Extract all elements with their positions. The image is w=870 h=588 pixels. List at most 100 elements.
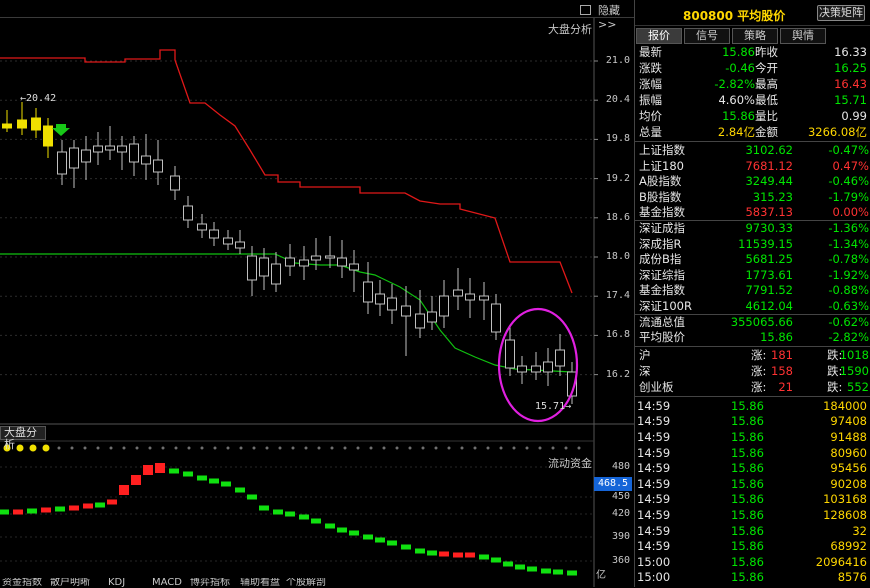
index-row[interactable]: 深证综指 1773.61 -1.92% [635, 267, 870, 283]
stat-value: 15.86 [722, 109, 755, 123]
tick-row: 14:59 15.86 90208 [635, 476, 870, 492]
index-row[interactable]: 平均股价 15.86 -2.82% [635, 329, 870, 345]
flow-bar [363, 534, 373, 540]
sub-panel-tab[interactable]: 大盘分析 [0, 426, 46, 451]
tick-time: 14:59 [637, 398, 671, 413]
flow-bar [131, 475, 141, 485]
stat-row: 涨幅 -2.82% 最高 16.43 [635, 76, 870, 92]
tab-signal[interactable]: 信号 [684, 28, 730, 44]
flow-bar [479, 554, 489, 560]
status-dot [343, 446, 347, 450]
status-dot [382, 446, 386, 450]
kline-chart[interactable] [0, 0, 634, 587]
stat-row: 最新 15.86 昨收 16.33 [635, 44, 870, 60]
candle-body [349, 263, 359, 271]
flow-bar [107, 499, 117, 505]
stat-label: 昨收 [755, 45, 778, 59]
unit-label: 亿 [596, 570, 606, 581]
index-row[interactable]: 成份B指 5681.25 -0.78% [635, 251, 870, 267]
index-value: 1773.61 [745, 267, 793, 282]
candle-body [81, 149, 91, 163]
tick-price: 15.86 [731, 476, 764, 491]
current-value-box: 468.5 [594, 477, 632, 491]
hide-panel-button[interactable]: 隐藏>> [598, 2, 632, 31]
tick-price: 15.86 [731, 523, 764, 538]
low-price-label: 15.71→ [535, 401, 572, 412]
tick-time: 14:59 [637, 414, 671, 429]
index-row[interactable]: 上证指数 3102.62 -0.47% [635, 142, 870, 158]
tick-time: 14:59 [637, 492, 671, 507]
flow-bar [69, 505, 79, 511]
index-row[interactable]: 基金指数 7791.52 -0.88% [635, 282, 870, 298]
tick-row: 14:59 15.86 95456 [635, 460, 870, 476]
tick-row: 14:59 15.86 128608 [635, 507, 870, 523]
status-dot [577, 446, 581, 450]
candle-body [117, 145, 127, 153]
stat-value: 15.71 [834, 93, 867, 107]
stat-label: 涨幅 [639, 77, 662, 91]
index-value: 7791.52 [745, 283, 793, 298]
status-dot [96, 446, 100, 450]
candle-body [285, 257, 295, 267]
quote-header: 800800 平均股价 决策矩阵 [635, 0, 870, 26]
index-value: 5837.13 [745, 205, 793, 220]
stat-value: 16.33 [834, 45, 867, 59]
stat-value: 16.25 [834, 61, 867, 75]
decision-matrix-button[interactable]: 决策矩阵 [817, 5, 865, 21]
status-dot [486, 446, 490, 450]
index-name: B股指数 [639, 189, 682, 204]
index-name: 深成指R [639, 236, 682, 251]
status-dot [29, 444, 37, 452]
tick-row: 14:59 15.86 91488 [635, 429, 870, 445]
tick-price: 15.86 [731, 414, 764, 429]
status-dot [161, 446, 165, 450]
market-name: 沪 [639, 347, 651, 362]
status-dot [109, 446, 113, 450]
index-row[interactable]: 深证100R 4612.04 -0.63% [635, 298, 870, 314]
index-row[interactable]: B股指数 315.23 -1.79% [635, 189, 870, 205]
flow-bar [235, 487, 245, 493]
tab-strategy[interactable]: 策略 [732, 28, 778, 44]
status-dot [174, 446, 178, 450]
candle-body [401, 305, 411, 317]
flow-bar [349, 530, 359, 536]
status-dot [369, 446, 373, 450]
grid-icon[interactable] [580, 5, 591, 15]
status-dot [83, 446, 87, 450]
flow-bar [439, 551, 449, 557]
stat-value: -2.82% [714, 77, 755, 91]
candle-body [531, 365, 541, 373]
status-dot [408, 446, 412, 450]
index-change: -1.36% [828, 221, 869, 235]
index-change: -1.92% [828, 267, 869, 282]
index-value: 355065.66 [730, 314, 793, 329]
candle-body [555, 349, 565, 367]
status-dot [57, 446, 61, 450]
price-axis-label: 19.8 [605, 133, 630, 145]
index-row[interactable]: 深成指R 11539.15 -1.34% [635, 236, 870, 252]
index-row[interactable]: 深证成指 9730.33 -1.36% [635, 220, 870, 236]
tab-sentiment[interactable]: 舆情 [780, 28, 826, 44]
status-dot [525, 446, 529, 450]
tick-volume: 97408 [830, 414, 867, 429]
candle-body [259, 257, 269, 277]
tick-time: 15:00 [637, 570, 671, 585]
up-label: 涨: [751, 379, 767, 394]
index-row[interactable]: 上证180 7681.12 0.47% [635, 158, 870, 174]
flow-bar [0, 509, 9, 515]
sub-axis-label: 480 [611, 461, 630, 472]
down-count: 552 [847, 379, 869, 394]
tick-price: 15.86 [731, 508, 764, 522]
candle-body [31, 117, 41, 131]
candle-body [363, 281, 373, 303]
candle-body [465, 293, 475, 301]
tick-row: 15:00 15.86 2096416 [635, 554, 870, 570]
flow-bar [541, 568, 551, 574]
stat-row: 总量 2.84亿 金额 3266.08亿 [635, 124, 870, 140]
tab-quote[interactable]: 报价 [636, 28, 682, 44]
index-name: 上证指数 [639, 143, 685, 157]
index-row[interactable]: A股指数 3249.44 -0.46% [635, 173, 870, 189]
index-value: 9730.33 [745, 221, 793, 235]
index-row[interactable]: 基金指数 5837.13 0.00% [635, 204, 870, 220]
index-row[interactable]: 流通总值 355065.66 -0.62% [635, 314, 870, 330]
